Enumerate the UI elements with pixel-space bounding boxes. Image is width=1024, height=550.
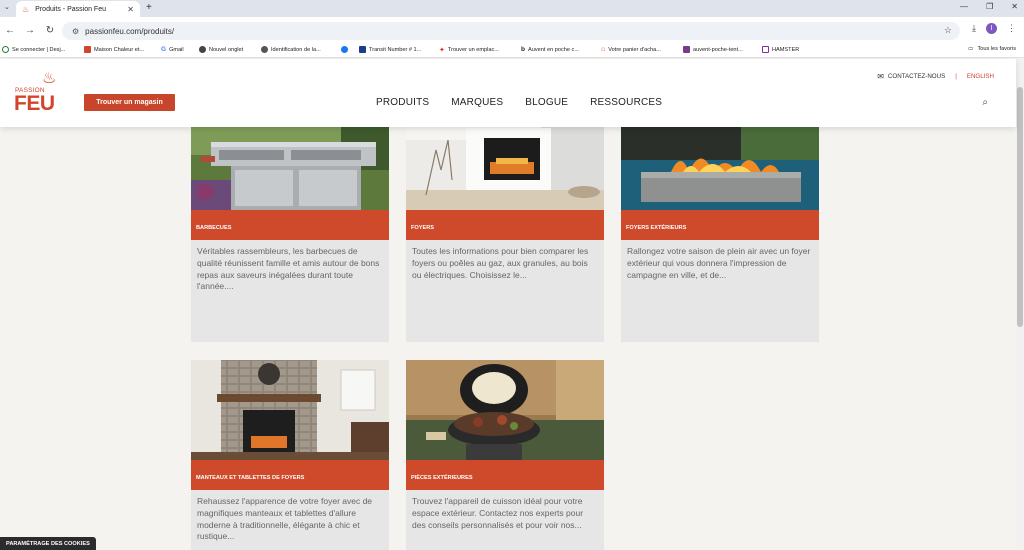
envelope-icon: ✉ — [877, 72, 884, 81]
page-scrollbar[interactable] — [1016, 59, 1024, 550]
bookmark-icon — [84, 46, 91, 53]
bookmark-item[interactable] — [341, 46, 351, 53]
tab-title: Produits - Passion Feu — [35, 5, 106, 13]
bookmark-icon — [683, 46, 690, 53]
toolbar-right: ⤓ I ⋮ — [972, 23, 1016, 34]
nav-blogue[interactable]: BLOGUE — [525, 97, 568, 108]
folder-icon: ▭ — [968, 46, 974, 52]
new-tab-icon[interactable]: + — [146, 2, 152, 13]
find-store-button[interactable]: Trouver un magasin — [84, 94, 175, 111]
bookmark-item[interactable]: b Auvent en poche c... — [521, 46, 579, 53]
bookmark-item[interactable]: Se connecter | Desj... — [2, 46, 65, 53]
bookmarks-bar: Se connecter | Desj... Maison Chaleur et… — [0, 44, 1024, 58]
product-card-foyers-exterieurs[interactable]: FOYERS EXTÉRIEURS Rallongez votre saison… — [621, 110, 819, 342]
bookmark-item[interactable]: Transit Number # 1... — [359, 46, 421, 53]
scrollbar-thumb[interactable] — [1017, 87, 1023, 327]
cookie-settings-button[interactable]: PARAMÉTRAGE DES COOKIES — [0, 537, 96, 550]
restore-icon[interactable]: ❐ — [986, 2, 993, 11]
nav-produits[interactable]: PRODUITS — [376, 97, 429, 108]
bank-icon — [359, 46, 366, 53]
site-header: ♨ PASSION FEU Trouver un magasin PRODUIT… — [0, 59, 1016, 127]
utility-links: ✉ CONTACTEZ-NOUS | ENGLISH — [877, 72, 994, 81]
url-text: passionfeu.com/produits/ — [85, 26, 175, 36]
site-settings-icon[interactable]: ⚙ — [72, 27, 79, 36]
bookmark-item[interactable]: G Gmail — [161, 46, 184, 53]
maple-leaf-icon: ✦ — [439, 47, 445, 54]
search-icon[interactable]: ⌕ — [982, 97, 988, 108]
category-label[interactable]: MANTEAUX ET TABLETTES DE FOYERS — [191, 460, 389, 490]
bookmark-star-icon[interactable]: ☆ — [944, 25, 952, 36]
profile-avatar[interactable]: I — [986, 23, 997, 34]
close-tab-icon[interactable]: ✕ — [127, 5, 134, 14]
category-description: Trouvez l'appareil de cuisson idéal pour… — [412, 496, 584, 530]
bookmark-item[interactable]: ✦ Trouver un emplac... — [439, 46, 499, 54]
category-label[interactable]: FOYERS — [406, 210, 604, 240]
bookmark-item[interactable]: Nouvel onglet — [199, 46, 243, 53]
browser-tab[interactable]: ♨ Produits - Passion Feu ✕ — [16, 1, 140, 17]
bookmark-item[interactable]: Identification de la... — [261, 46, 321, 53]
divider: | — [955, 73, 957, 80]
nav-ressources[interactable]: RESSOURCES — [590, 97, 662, 108]
forward-icon[interactable]: → — [20, 25, 40, 36]
browser-tab-bar: ⌄ ♨ Produits - Passion Feu ✕ + — ❐ ✕ — [0, 0, 1024, 17]
facebook-icon — [341, 46, 348, 53]
flame-favicon-icon: ♨ — [22, 4, 30, 14]
category-label[interactable]: PIÈCES EXTÉRIEURES — [406, 460, 604, 490]
download-icon[interactable]: ⤓ — [972, 23, 976, 34]
gmail-icon: G — [161, 46, 167, 53]
mantel-image[interactable] — [191, 360, 389, 460]
menu-icon[interactable]: ⋮ — [1007, 23, 1016, 34]
close-window-icon[interactable]: ✕ — [1011, 2, 1018, 11]
category-label[interactable]: FOYERS EXTÉRIEURS — [621, 210, 819, 240]
back-icon[interactable]: ← — [0, 25, 20, 36]
category-label[interactable]: BARBECUES — [191, 210, 389, 240]
bookmark-item[interactable]: auvent-poche-tent... — [683, 46, 743, 53]
bookmark-item[interactable]: Maison Chaleur et... — [84, 46, 144, 53]
kamado-image[interactable] — [406, 360, 604, 460]
all-bookmarks[interactable]: ▭ Tous les favoris — [968, 46, 1016, 52]
globe-icon — [199, 46, 206, 53]
cart-icon: ⌂ — [601, 46, 606, 53]
bookmark-icon — [2, 46, 9, 53]
language-link[interactable]: ENGLISH — [967, 73, 994, 80]
category-description: Toutes les informations pour bien compar… — [412, 246, 589, 280]
category-description: Rallongez votre saison de plein air avec… — [627, 246, 811, 280]
product-card-manteaux[interactable]: MANTEAUX ET TABLETTES DE FOYERS Rehausse… — [191, 360, 389, 550]
category-description: Rehaussez l'apparence de votre foyer ave… — [197, 496, 373, 542]
bookmark-item[interactable]: ⌂ Votre panier d'acha... — [601, 46, 661, 53]
url-input[interactable]: ⚙ passionfeu.com/produits/ ☆ — [62, 22, 960, 40]
address-bar-row: ← → ↻ ⚙ passionfeu.com/produits/ ☆ ⤓ I ⋮ — [0, 17, 1024, 44]
main-nav: PRODUITS MARQUES BLOGUE RESSOURCES — [376, 97, 662, 108]
product-card-barbecues[interactable]: BARBECUES Véritables rassembleurs, les b… — [191, 110, 389, 342]
nav-marques[interactable]: MARQUES — [451, 97, 503, 108]
contact-link[interactable]: ✉ CONTACTEZ-NOUS — [877, 72, 945, 81]
tab-search-icon[interactable]: ⌄ — [4, 3, 10, 11]
kamado-illustration — [406, 360, 604, 460]
product-card-pieces-exterieures[interactable]: PIÈCES EXTÉRIEURES Trouvez l'appareil de… — [406, 360, 604, 550]
passion-feu-logo[interactable]: ♨ PASSION FEU — [14, 70, 64, 116]
bookmark-item[interactable]: HAMSTER — [762, 46, 799, 53]
minimize-icon[interactable]: — — [960, 2, 968, 11]
category-description: Véritables rassembleurs, les barbecues d… — [197, 246, 380, 292]
globe-icon — [261, 46, 268, 53]
bookmark-b-icon: b — [521, 46, 525, 53]
bookmark-icon — [762, 46, 769, 53]
window-controls: — ❐ ✕ — [960, 2, 1018, 11]
reload-icon[interactable]: ↻ — [40, 25, 60, 36]
flame-icon: ♨ — [42, 70, 57, 87]
mantel-illustration — [191, 360, 389, 460]
product-card-foyers[interactable]: FOYERS Toutes les informations pour bien… — [406, 110, 604, 342]
